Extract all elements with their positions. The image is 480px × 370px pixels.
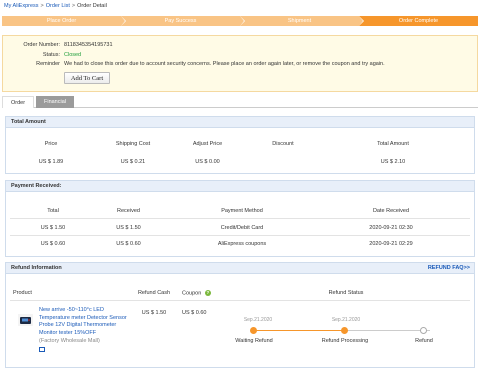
breadcrumb-order-list[interactable]: Order List [46, 3, 70, 9]
product-thumbnail-icon[interactable] [18, 314, 33, 326]
total-amount-panel: Total Amount Price Shipping Cost Adjust … [5, 116, 475, 174]
breadcrumb-my-aliexpress[interactable]: My AliExpress [4, 3, 39, 9]
refund-information-panel: Refund Information REFUND FAQ>> Product … [5, 262, 475, 368]
timeline-label: Waiting Refund [235, 338, 273, 344]
header-coupon: Coupon ? [182, 290, 211, 296]
header-refund-status: Refund Status [328, 290, 364, 296]
step-shipment: Shipment [240, 16, 364, 26]
refund-faq-link[interactable]: REFUND FAQ>> [428, 263, 470, 274]
header-received: Received [117, 208, 140, 214]
order-number-value: 8118345354195731 [64, 42, 113, 48]
timeline-node-done [250, 327, 257, 334]
add-to-cart-button[interactable]: Add To Cart [64, 72, 110, 84]
row-divider [10, 235, 470, 236]
payment-date: 2020-09-21 02:29 [369, 241, 413, 247]
reminder-row: Reminder We had to close this order due t… [3, 61, 385, 67]
refund-cash-value: US $ 1.50 [141, 310, 167, 316]
row-divider [10, 218, 470, 219]
detail-tabs: Order Financial [2, 96, 478, 108]
timeline-line-done [256, 330, 348, 331]
order-info-box: Order Number: 8118345354195731 Status: Clo… [2, 35, 478, 92]
header-total: Total [47, 208, 59, 214]
header-price: Price [44, 141, 58, 147]
status-label: Status: [42, 52, 60, 58]
timeline-date: Sep.21.2020 [331, 317, 361, 323]
timeline-label: Refund [415, 338, 433, 344]
timeline-node-done [341, 327, 348, 334]
panel-title: Total Amount [6, 117, 474, 128]
value-adjust-price: US $ 0.00 [195, 159, 220, 165]
product-title-link[interactable]: New arrive -50~110°c LED Temperature met… [39, 307, 134, 337]
timeline-date: Sep.21.2020 [243, 317, 273, 323]
panel-title: Payment Received: [6, 181, 474, 192]
panel-title: Refund Information REFUND FAQ>> [6, 263, 474, 274]
payment-method: Credit/Debit Card [220, 225, 264, 231]
value-shipping-cost: US $ 0.21 [120, 159, 146, 165]
timeline-label: Refund Processing [321, 338, 369, 344]
reminder-label: Reminder [36, 61, 60, 67]
timeline-line-pending [348, 330, 430, 331]
row-divider [10, 300, 470, 301]
payment-received: US $ 1.50 [116, 225, 141, 231]
payment-received-panel: Payment Received: Total Received Payment… [5, 180, 475, 257]
step-place-order: Place Order [2, 16, 126, 26]
header-shipping-cost: Shipping Cost [115, 141, 151, 147]
step-label: Order Complete [398, 18, 439, 24]
step-label: Place Order [46, 18, 77, 24]
coupon-value: US $ 0.60 [182, 310, 207, 316]
tab-order[interactable]: Order [2, 96, 34, 108]
timeline-node-pending [420, 327, 427, 334]
payment-received: US $ 0.60 [116, 241, 141, 247]
breadcrumb: My AliExpress > Order List > Order Detail [4, 3, 107, 9]
order-progress-steps: Place Order Pay Success Shipment Order C… [2, 16, 478, 26]
header-date-received: Date Received [372, 208, 410, 214]
status-value: Closed [64, 52, 82, 58]
tab-financial[interactable]: Financial [36, 96, 74, 108]
step-order-complete: Order Complete [359, 16, 478, 26]
header-refund-cash: Refund Cash [137, 290, 171, 296]
value-price: US $ 1.89 [38, 159, 64, 165]
order-number-label: Order Number: [23, 42, 60, 48]
header-payment-method: Payment Method [221, 208, 263, 214]
step-label: Pay Success [164, 18, 197, 24]
payment-total: US $ 1.50 [40, 225, 66, 231]
step-pay-success: Pay Success [121, 16, 245, 26]
breadcrumb-current: Order Detail [77, 3, 107, 9]
payment-date: 2020-09-21 02:30 [369, 225, 413, 231]
message-icon[interactable] [39, 347, 45, 352]
product-store: (Factory Wholesale Mall) [39, 338, 100, 344]
header-total-amount: Total Amount [377, 141, 409, 147]
reminder-value: We had to close this order due to accoun… [64, 61, 385, 67]
status-row: Status: Closed [3, 52, 81, 58]
header-adjust-price: Adjust Price [192, 141, 223, 147]
order-number-row: Order Number: 8118345354195731 [3, 42, 113, 48]
breadcrumb-separator: > [71, 3, 76, 9]
breadcrumb-separator: > [40, 3, 44, 9]
value-total-amount: US $ 2.10 [380, 159, 406, 165]
help-icon[interactable]: ? [204, 290, 211, 296]
coupon-label: Coupon [182, 290, 202, 297]
payment-total: US $ 0.60 [40, 241, 66, 247]
refund-title: Refund Information [11, 265, 62, 271]
payment-method: AliExpress coupons [217, 241, 267, 247]
header-product: Product [13, 290, 32, 296]
help-icon-glyph: ? [206, 290, 210, 295]
step-label: Shipment [287, 18, 312, 24]
header-discount: Discount [272, 141, 294, 147]
